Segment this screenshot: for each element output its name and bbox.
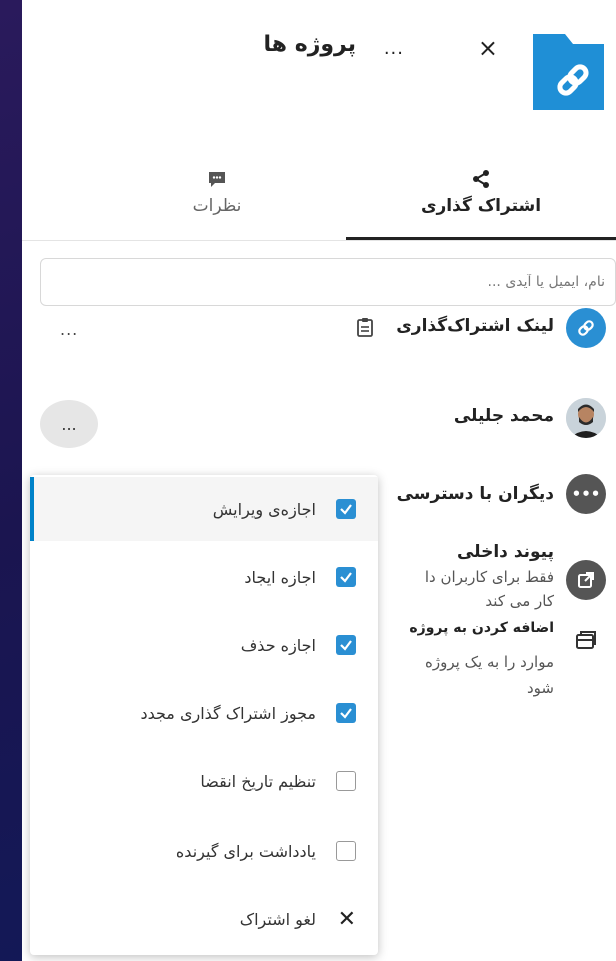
user-more-button[interactable]: ... — [40, 400, 98, 448]
checkbox-checked-icon[interactable] — [336, 499, 356, 519]
add-to-project-desc-2: شود — [527, 679, 554, 697]
internal-link-desc-1: فقط برای کاربران دا — [424, 568, 554, 586]
folder-icon — [533, 34, 604, 110]
menu-item-set-expiration[interactable]: تنظیم تاریخ انقضا — [30, 749, 378, 813]
close-icon: ✕ — [337, 906, 356, 932]
external-link-icon — [578, 572, 594, 588]
clipboard-icon[interactable] — [354, 316, 376, 338]
link-icon — [578, 320, 594, 336]
checkbox-unchecked-icon[interactable] — [336, 771, 356, 791]
menu-arrow — [70, 463, 94, 475]
others-access-title[interactable]: دیگران با دسترسی — [397, 484, 554, 504]
checkbox-unchecked-icon[interactable] — [336, 841, 356, 861]
checkbox-checked-icon[interactable] — [336, 635, 356, 655]
others-avatar: ••• — [566, 474, 606, 514]
menu-item-unshare[interactable]: ✕ لغو اشتراک — [30, 887, 378, 951]
tab-sharing[interactable]: اشتراک گذاری — [346, 160, 616, 240]
tab-bar: اشتراک گذاری نظرات — [22, 160, 616, 241]
checkbox-checked-icon[interactable] — [336, 703, 356, 723]
menu-item-label: اجازه‌ی ویرایش — [212, 499, 316, 519]
permissions-menu: اجازه‌ی ویرایش اجازه ایجاد اجازه حذف مجو… — [30, 475, 378, 955]
tab-comments[interactable]: نظرات — [82, 160, 352, 240]
tab-sharing-label: اشتراک گذاری — [420, 196, 542, 216]
checkbox-checked-icon[interactable] — [336, 567, 356, 587]
close-button[interactable]: × — [478, 34, 498, 62]
menu-item-allow-delete[interactable]: اجازه حذف — [30, 613, 378, 677]
menu-item-allow-create[interactable]: اجازه ایجاد — [30, 545, 378, 609]
avatar — [566, 398, 606, 438]
user-photo-icon — [566, 398, 606, 438]
internal-link-avatar — [566, 560, 606, 600]
share-link-title[interactable]: لینک اشتراک‌گذاری — [396, 316, 554, 336]
comment-icon — [209, 172, 225, 187]
menu-item-allow-edit[interactable]: اجازه‌ی ویرایش — [30, 477, 378, 541]
share-icon — [473, 170, 489, 188]
unshare-label: لغو اشتراک — [239, 909, 316, 929]
project-icon — [576, 631, 596, 649]
search-input[interactable] — [40, 258, 616, 306]
page-title: پروژه ها — [263, 32, 356, 57]
menu-item-label: اجازه حذف — [240, 635, 316, 655]
add-to-project-desc-1: موارد را به یک پروژه — [425, 653, 554, 671]
link-avatar — [566, 308, 606, 348]
menu-item-allow-reshare[interactable]: مجوز اشتراک گذاری مجدد — [30, 681, 378, 745]
menu-item-label: مجوز اشتراک گذاری مجدد — [140, 703, 316, 723]
add-to-project-title[interactable]: اضافه کردن به پروژه — [409, 620, 554, 636]
menu-item-note-recipient[interactable]: یادداشت برای گیرنده — [30, 819, 378, 883]
menu-item-label: اجازه ایجاد — [244, 567, 316, 587]
menu-item-label: یادداشت برای گیرنده — [175, 841, 316, 861]
menu-item-label: تنظیم تاریخ انقضا — [200, 771, 316, 791]
shared-user-name: محمد جلیلی — [453, 406, 554, 426]
header-more-button[interactable]: ... — [384, 38, 404, 59]
tab-comments-label: نظرات — [192, 196, 242, 216]
more-horizontal-icon: ••• — [571, 485, 601, 503]
sidebar-panel: × ... پروژه ها اشتراک گذاری نظرات نام، ا… — [22, 0, 616, 961]
link-more-button[interactable]: ... — [60, 320, 78, 339]
internal-link-desc-2: کار می کند — [485, 592, 554, 610]
internal-link-title[interactable]: پیوند داخلی — [457, 542, 554, 562]
